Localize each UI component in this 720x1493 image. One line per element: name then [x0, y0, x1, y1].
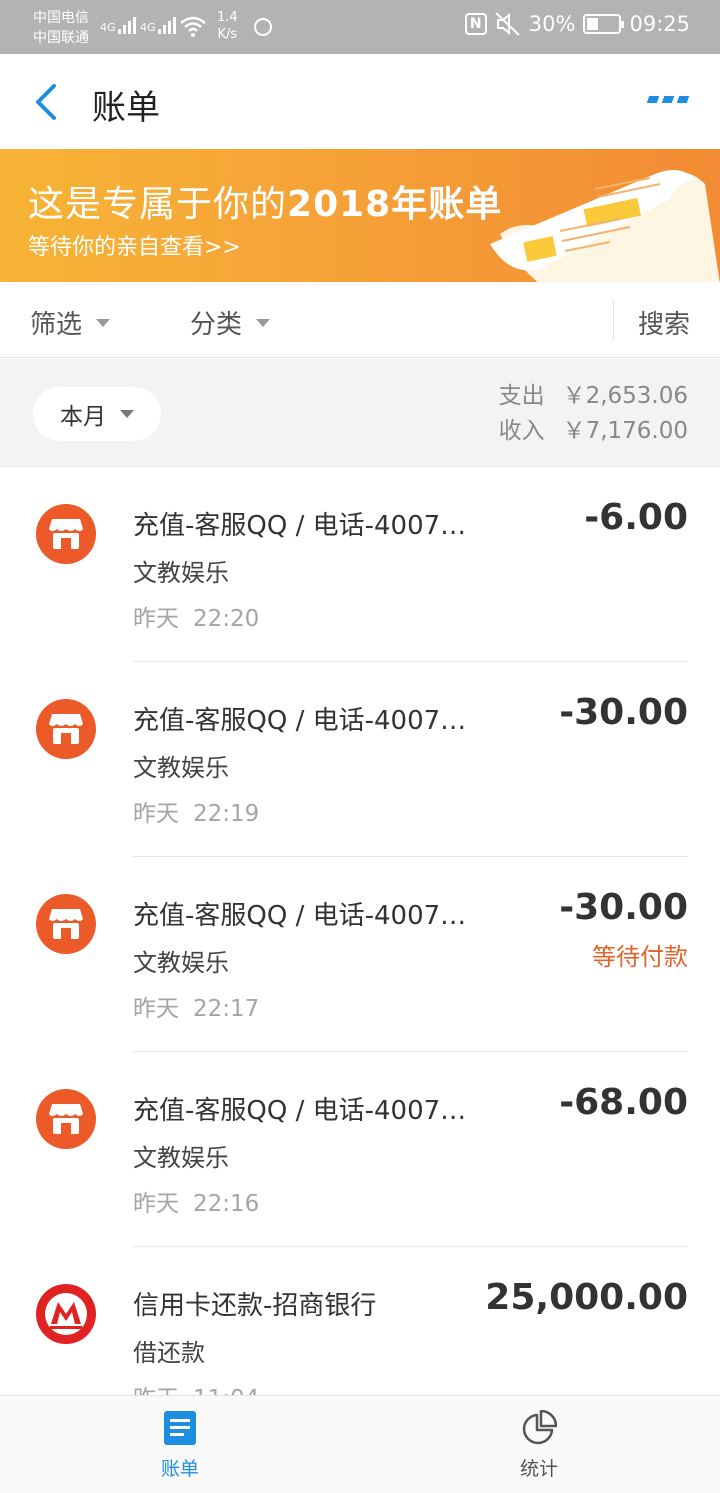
shop-icon: [36, 504, 96, 564]
transaction-row[interactable]: 充值-客服QQ / 电话-4007… 文教娱乐 昨天 22:19 -30.00: [0, 662, 720, 857]
shop-icon: [36, 894, 96, 954]
banner-title: 这是专属于你的2018年账单: [28, 184, 503, 225]
transaction-list: 充值-客服QQ / 电话-4007… 文教娱乐 昨天 22:20 -6.00 充值…: [0, 467, 720, 1442]
transaction-time: 昨天 22:19: [133, 801, 260, 827]
mute-icon: [495, 12, 520, 36]
caret-down-icon: [120, 410, 134, 418]
network-type-2: 4G: [140, 21, 156, 34]
annual-bill-banner[interactable]: 这是专属于你的2018年账单 等待你的亲自查看>>: [0, 149, 720, 282]
transaction-row[interactable]: 充值-客服QQ / 电话-4007… 文教娱乐 昨天 22:17 -30.00 等…: [0, 857, 720, 1052]
payment-status: 等待付款: [592, 943, 688, 971]
divider: [613, 300, 614, 340]
wifi-icon: [180, 16, 206, 37]
tab-stats-label: 统计: [519, 1458, 558, 1480]
bill-list-icon: [162, 1410, 198, 1446]
nfc-icon: N: [464, 13, 487, 35]
caret-down-icon: [256, 318, 271, 327]
banner-subtitle: 等待你的亲自查看>>: [28, 235, 241, 260]
transaction-name: 充值-客服QQ / 电话-4007…: [133, 901, 467, 931]
back-arrow-icon[interactable]: [30, 82, 66, 122]
transaction-category: 借还款: [133, 1339, 205, 1367]
transaction-category: 文教娱乐: [133, 949, 229, 977]
page-title: 账单: [92, 88, 160, 128]
transaction-category: 文教娱乐: [133, 1144, 229, 1172]
signal-icon: 4G: [140, 14, 176, 34]
transaction-time: 昨天 22:17: [133, 996, 260, 1022]
alarm-icon: [254, 18, 272, 36]
network-speed: 1.4 K/s: [217, 10, 238, 42]
caret-down-icon: [96, 318, 111, 327]
transaction-category: 文教娱乐: [133, 754, 229, 782]
transaction-time: 昨天 22:20: [133, 606, 260, 632]
transaction-amount: -6.00: [584, 497, 688, 538]
tab-bill-label: 账单: [160, 1458, 199, 1480]
network-type-1: 4G: [100, 21, 116, 34]
tab-bill[interactable]: 账单: [120, 1410, 240, 1481]
carrier-1: 中国电信: [33, 10, 89, 26]
transaction-name: 信用卡还款-招商银行: [133, 1291, 377, 1321]
shop-icon: [36, 1089, 96, 1149]
month-selector[interactable]: 本月: [33, 387, 161, 441]
bottom-nav: 账单 统计: [0, 1395, 720, 1493]
cmb-bank-icon: [36, 1284, 96, 1344]
carrier-2: 中国联通: [33, 30, 89, 46]
more-options-icon[interactable]: [646, 96, 690, 103]
expense-total: 支出 ￥2,653.06: [498, 383, 688, 409]
pie-chart-icon: [521, 1409, 558, 1446]
transaction-row[interactable]: 充值-客服QQ / 电话-4007… 文教娱乐 昨天 22:16 -68.00: [0, 1052, 720, 1247]
transaction-time: 昨天 22:16: [133, 1191, 260, 1217]
search-button[interactable]: 搜索: [638, 304, 690, 341]
income-total: 收入 ￥7,176.00: [498, 418, 688, 444]
receipt-illustration-icon: [490, 170, 720, 282]
transaction-amount: -68.00: [559, 1082, 688, 1123]
status-bar: 中国电信 中国联通 4G 4G 1.4 K/s N 30% 09:25: [0, 0, 720, 54]
transaction-name: 充值-客服QQ / 电话-4007…: [133, 511, 467, 541]
transaction-name: 充值-客服QQ / 电话-4007…: [133, 706, 467, 736]
transaction-amount: 25,000.00: [485, 1277, 688, 1318]
battery-icon: [583, 14, 625, 34]
carrier-names: 中国电信 中国联通: [33, 8, 89, 48]
transaction-row[interactable]: 充值-客服QQ / 电话-4007… 文教娱乐 昨天 22:20 -6.00: [0, 467, 720, 662]
category-dropdown[interactable]: 分类: [190, 304, 271, 341]
totals: 支出 ￥2,653.06 收入 ￥7,176.00: [499, 379, 688, 449]
battery-percent: 30%: [528, 12, 576, 36]
month-summary: 本月 支出 ￥2,653.06 收入 ￥7,176.00: [0, 359, 720, 467]
transaction-category: 文教娱乐: [133, 559, 229, 587]
filter-bar: 筛选 分类 搜索: [0, 282, 720, 358]
tab-stats[interactable]: 统计: [479, 1409, 599, 1481]
clock: 09:25: [629, 12, 690, 36]
filter-dropdown[interactable]: 筛选: [30, 304, 111, 341]
app-header: 账单: [0, 54, 720, 149]
transaction-name: 充值-客服QQ / 电话-4007…: [133, 1096, 467, 1126]
transaction-amount: -30.00: [559, 887, 688, 928]
shop-icon: [36, 699, 96, 759]
transaction-amount: -30.00: [559, 692, 688, 733]
signal-icon: 4G: [100, 14, 136, 34]
